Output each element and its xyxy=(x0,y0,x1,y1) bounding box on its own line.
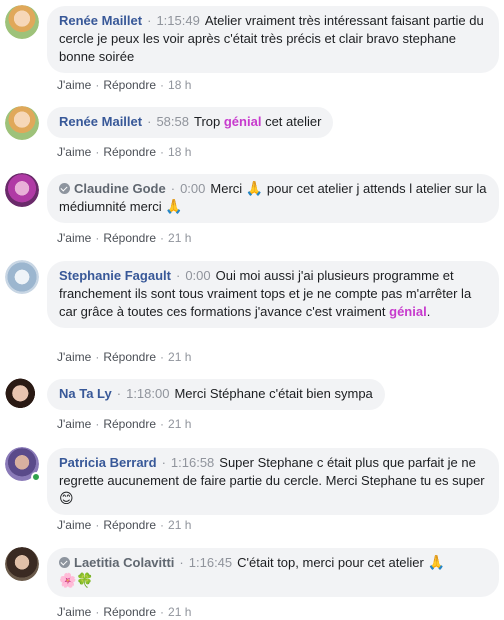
separator: · xyxy=(160,78,165,92)
flower-clover-emoji-icon: 🌸🍀 xyxy=(59,572,94,588)
reply-link[interactable]: Répondre xyxy=(103,518,156,532)
like-link[interactable]: J'aime xyxy=(57,78,91,92)
comment-author[interactable]: Claudine Gode xyxy=(74,181,166,196)
like-link[interactable]: J'aime xyxy=(57,350,91,364)
separator: · xyxy=(160,605,165,619)
reply-link[interactable]: Répondre xyxy=(103,78,156,92)
comment-actions: J'aime · Répondre · 18 h xyxy=(57,144,191,160)
comment-bubble: Claudine Gode · 0:00 Merci 🙏 pour cet ateli… xyxy=(47,174,499,223)
avatar[interactable] xyxy=(5,5,39,39)
separator: · xyxy=(95,231,100,245)
video-timestamp[interactable]: 1:16:58 xyxy=(171,455,214,470)
highlighted-word: génial xyxy=(223,114,262,129)
video-timestamp[interactable]: 1:16:45 xyxy=(189,555,232,570)
avatar[interactable] xyxy=(5,106,39,140)
separator: · xyxy=(160,417,165,431)
comment-author[interactable]: Patricia Berrard xyxy=(59,455,157,470)
comment-feed: Renée Maillet · 1:15:49 Atelier vraiment tr… xyxy=(0,0,504,620)
separator: · xyxy=(95,145,100,159)
video-timestamp[interactable]: 58:58 xyxy=(156,114,189,129)
separator: · xyxy=(95,518,100,532)
comment-actions: J'aime · Répondre · 18 h xyxy=(57,77,191,93)
highlighted-word: génial xyxy=(389,304,427,319)
comment-bubble: Laetitia Colavitti · 1:16:45 C'était top, m… xyxy=(47,548,499,597)
reply-link[interactable]: Répondre xyxy=(103,231,156,245)
like-link[interactable]: J'aime xyxy=(57,417,91,431)
like-link[interactable]: J'aime xyxy=(57,605,91,619)
separator: · xyxy=(160,518,165,532)
video-timestamp[interactable]: 1:18:00 xyxy=(126,386,169,401)
video-timestamp[interactable]: 1:15:49 xyxy=(156,13,199,28)
separator: · xyxy=(95,78,100,92)
comment-actions: J'aime · Répondre · 21 h xyxy=(57,349,191,365)
separator: · xyxy=(116,386,122,401)
comment-actions: J'aime · Répondre · 21 h xyxy=(57,230,191,246)
separator: · xyxy=(161,455,166,470)
comment-age[interactable]: 21 h xyxy=(168,231,191,245)
comment-age[interactable]: 21 h xyxy=(168,605,191,619)
avatar[interactable] xyxy=(5,547,39,581)
comment-age[interactable]: 18 h xyxy=(168,145,191,159)
comment-author[interactable]: Na Ta Ly xyxy=(59,386,112,401)
like-link[interactable]: J'aime xyxy=(57,231,91,245)
comment-text: Trop xyxy=(193,114,221,129)
online-status-icon xyxy=(31,472,41,482)
comment-text: cet atelier xyxy=(265,114,322,129)
video-timestamp[interactable]: 0:00 xyxy=(180,181,205,196)
comment-bubble: Na Ta Ly · 1:18:00 Merci Stéphane c'était b… xyxy=(47,379,385,410)
reply-link[interactable]: Répondre xyxy=(103,350,156,364)
reply-link[interactable]: Répondre xyxy=(103,605,156,619)
separator: · xyxy=(147,13,152,28)
separator: · xyxy=(95,350,100,364)
comment-author[interactable]: Laetitia Colavitti xyxy=(74,555,174,570)
verified-icon xyxy=(59,183,70,194)
separator: · xyxy=(170,181,176,196)
comment-age[interactable]: 21 h xyxy=(168,518,191,532)
comment-age[interactable]: 21 h xyxy=(168,350,191,364)
comment-text: C'était top, merci pour cet atelier xyxy=(237,555,424,570)
reply-link[interactable]: Répondre xyxy=(103,417,156,431)
comment-text: Merci xyxy=(210,181,243,196)
smile-emoji-icon: 😊 xyxy=(59,490,74,506)
comment-text: . xyxy=(426,304,431,319)
pray-emoji-icon: 🙏 xyxy=(245,180,264,196)
separator: · xyxy=(147,114,152,129)
video-timestamp[interactable]: 0:00 xyxy=(185,268,210,283)
avatar[interactable] xyxy=(5,378,39,412)
reply-link[interactable]: Répondre xyxy=(103,145,156,159)
separator: · xyxy=(95,605,100,619)
comment-bubble: Renée Maillet · 1:15:49 Atelier vraiment tr… xyxy=(47,6,499,73)
avatar[interactable] xyxy=(5,260,39,294)
separator: · xyxy=(95,417,100,431)
comment-bubble: Renée Maillet · 58:58 Trop génial cet ateli… xyxy=(47,107,334,138)
comment-author[interactable]: Renée Maillet xyxy=(59,13,142,28)
comment-actions: J'aime · Répondre · 21 h xyxy=(57,604,191,620)
comment-author[interactable]: Renée Maillet xyxy=(59,114,142,129)
pray-emoji-icon: 🙏 xyxy=(427,554,445,570)
comment-age[interactable]: 18 h xyxy=(168,78,191,92)
comment-author[interactable]: Stephanie Fagault xyxy=(59,268,171,283)
comment-bubble: Stephanie Fagault · 0:00 Oui moi aussi j'ai… xyxy=(47,261,499,328)
comment-actions: J'aime · Répondre · 21 h xyxy=(57,517,191,533)
separator: · xyxy=(175,268,181,283)
separator: · xyxy=(179,555,184,570)
separator: · xyxy=(160,350,165,364)
comment-actions: J'aime · Répondre · 21 h xyxy=(57,416,191,432)
like-link[interactable]: J'aime xyxy=(57,518,91,532)
separator: · xyxy=(160,145,165,159)
separator: · xyxy=(160,231,165,245)
verified-icon xyxy=(59,557,70,568)
like-link[interactable]: J'aime xyxy=(57,145,91,159)
pray-emoji-icon: 🙏 xyxy=(165,198,183,214)
comment-text: Merci Stéphane c'était bien sympa xyxy=(174,386,373,401)
avatar[interactable] xyxy=(5,173,39,207)
comment-age[interactable]: 21 h xyxy=(168,417,191,431)
comment-bubble: Patricia Berrard · 1:16:58 Super Stephane c… xyxy=(47,448,499,515)
